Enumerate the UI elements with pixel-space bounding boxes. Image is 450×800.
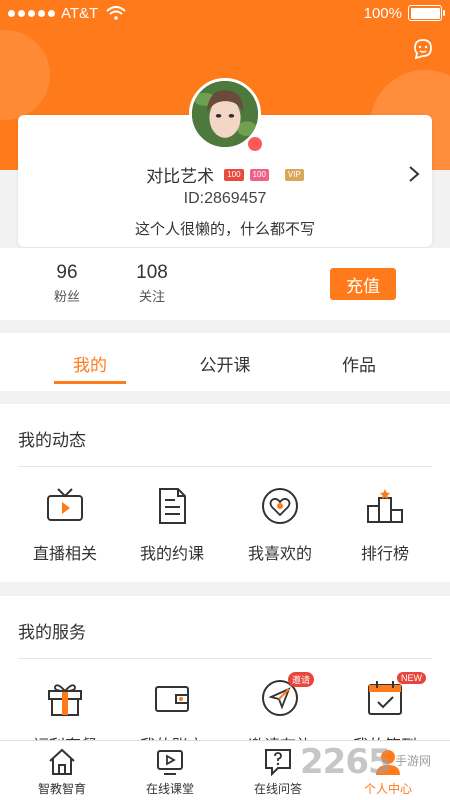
video-icon: [157, 750, 183, 775]
nav-label: 在线课堂: [145, 782, 194, 796]
signal-dots-icon: [8, 9, 55, 17]
level-badge: 100: [224, 168, 244, 181]
level-badge: 100: [249, 168, 269, 181]
invite-tag: 邀请: [288, 672, 315, 687]
grid-label: 我的约课: [139, 546, 204, 563]
my-bookings-item[interactable]: 我的约课: [122, 486, 222, 564]
stats-area: 96 粉丝 108 关注 充值: [0, 248, 450, 320]
followers-label: 粉丝: [53, 289, 80, 304]
document-icon: [159, 488, 186, 524]
tab-indicator: [54, 381, 126, 384]
grid-label: 直播相关: [32, 546, 97, 563]
following-stat[interactable]: 108 关注: [122, 262, 182, 305]
tab-mine[interactable]: 我的: [45, 351, 135, 376]
user-id: ID:2869457: [183, 190, 267, 207]
calendar-icon: [368, 681, 402, 715]
following-count: 108: [136, 262, 168, 283]
followers-stat[interactable]: 96 粉丝: [37, 262, 97, 305]
battery-icon: [408, 5, 445, 21]
tab-bar: 我的 公开课 作品: [0, 333, 450, 391]
divider: [18, 658, 432, 659]
watermark-text: 手游网: [395, 754, 432, 768]
battery-percentage: 100%: [363, 4, 402, 22]
gift-icon: [48, 684, 82, 716]
carrier-name: AT&T: [61, 4, 99, 22]
nav-online-class[interactable]: 在线课堂: [120, 747, 220, 797]
user-bio: 这个人很懒的，什么都不写: [134, 221, 315, 238]
nav-label: 在线问答: [253, 782, 302, 796]
services-section: 我的服务 福利套餐 我的账户 邀请有礼 邀请: [0, 596, 450, 755]
section-title: 我的服务: [18, 623, 86, 642]
new-tag: NEW: [397, 672, 426, 684]
home-icon: [49, 748, 75, 775]
watermark-logo: 2265: [300, 742, 392, 782]
my-likes-item[interactable]: 我喜欢的: [230, 486, 330, 564]
username: 对比艺术: [146, 167, 215, 186]
divider: [18, 466, 432, 467]
grid-label: 排行榜: [360, 546, 409, 563]
wifi-icon: [106, 6, 126, 20]
nav-home[interactable]: 智教智育: [12, 747, 112, 797]
avatar-badge-icon: [246, 135, 264, 153]
decor-bubble: [0, 30, 50, 120]
question-icon: [265, 749, 291, 777]
live-related-item[interactable]: 直播相关: [15, 486, 115, 564]
dynamics-section: 我的动态 直播相关 我的约课 我喜欢的 排行榜: [0, 404, 450, 582]
message-icon[interactable]: [412, 38, 434, 60]
grid-label: 我喜欢的: [247, 546, 312, 563]
section-title: 我的动态: [18, 431, 86, 450]
nav-label: 个人中心: [363, 782, 412, 796]
vip-badge: VIP: [284, 168, 304, 181]
tv-icon: [47, 488, 83, 521]
following-label: 关注: [138, 289, 165, 304]
tab-open-class[interactable]: 公开课: [180, 351, 270, 376]
podium-icon: [367, 489, 403, 523]
status-bar: AT&T 100%: [0, 0, 450, 26]
nav-label: 智教智育: [37, 782, 86, 796]
wallet-icon: [155, 686, 189, 712]
leaderboard-item[interactable]: 排行榜: [335, 486, 435, 564]
heart-icon: [262, 488, 298, 524]
tab-works[interactable]: 作品: [314, 351, 404, 376]
chevron-right-icon[interactable]: [408, 165, 420, 183]
followers-count: 96: [56, 262, 78, 283]
name-row: 对比艺术 100 100 VIP: [0, 162, 450, 187]
recharge-button[interactable]: 充值: [330, 268, 396, 300]
